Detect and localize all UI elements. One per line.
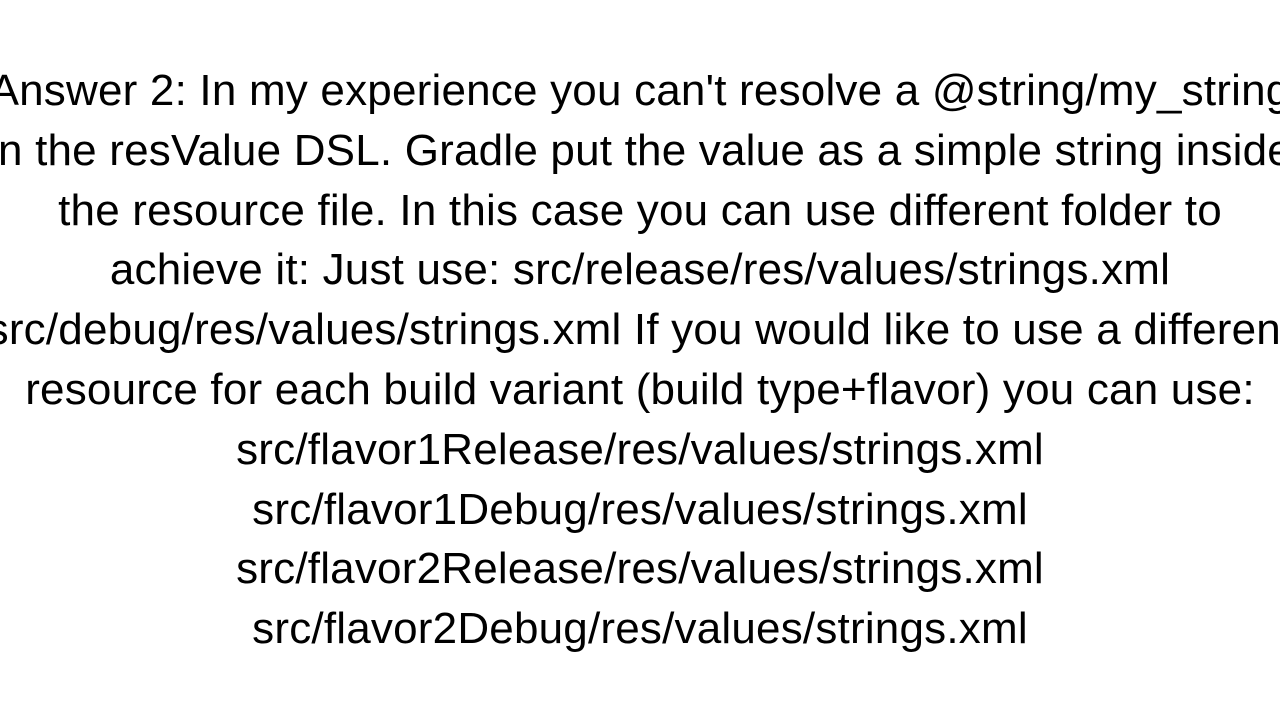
answer-text: Answer 2: In my experience you can't res…: [0, 61, 1280, 659]
